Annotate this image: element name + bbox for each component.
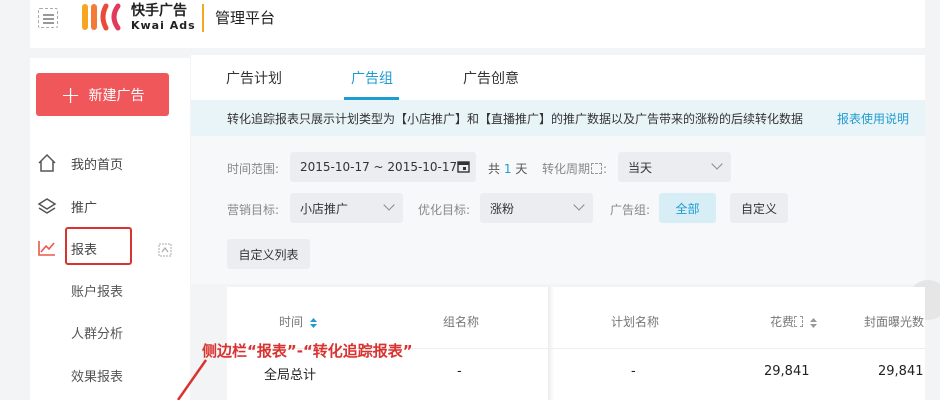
total-suffix: 天 [515,162,528,176]
total-row-plan: - [631,364,636,379]
total-row-group: - [457,364,462,379]
trend-chart-icon [36,238,58,258]
sidebar-item-home[interactable]: 我的首页 [36,153,123,173]
logo-cn: 快手广告 [131,3,187,19]
notice-text: 转化追踪报表只展示计划类型为【小店推广】和【直播推广】的推广数据以及广告带来的涨… [227,112,804,126]
info-icon [591,163,603,174]
new-ad-label: 新建广告 [88,87,145,104]
header-time[interactable]: 时间 [279,313,317,330]
menu-toggle-icon[interactable] [38,8,58,28]
total-row-time: 全局总计 [264,368,317,383]
custom-columns-button[interactable]: 自定义列表 [227,239,310,269]
logo-en: Kwai Ads [131,19,196,32]
sort-icon [309,317,317,328]
sidebar-sub-audience-analysis[interactable]: 人群分析 [71,323,123,342]
header-group-name: 组名称 [443,315,480,329]
ad-group-label: 广告组: [610,203,651,217]
info-icon [794,316,804,327]
ad-group-all-button[interactable]: 全部 [659,193,716,223]
total-days: 1 [503,162,512,176]
sort-icon [809,317,817,328]
optimize-goal-select[interactable]: 涨粉 [480,193,593,223]
annotation-arrow-icon [176,359,208,400]
sidebar-sub-performance-report[interactable]: 效果报表 [71,366,123,385]
new-ad-button[interactable]: + 新建广告 [36,73,169,116]
total-days-text: 共 1 天 [488,160,527,177]
header-cover-impressions: 封面曝光数 [864,315,925,329]
date-range-value: 2015-10-17 ~ 2015-10-17 [300,160,458,174]
platform-title: 管理平台 [215,9,276,27]
time-range-label: 时间范围: [227,162,280,176]
total-prefix: 共 [488,162,501,176]
optimize-goal-value: 涨粉 [490,201,515,216]
kwai-logo-icon [82,3,121,31]
conversion-period-text: 转化周期 [542,162,591,176]
conversion-period-label: 转化周期: [542,162,608,176]
layers-icon [36,196,58,216]
chevron-down-icon [383,199,395,211]
sidebar-item-promotion[interactable]: 推广 [36,196,97,216]
tab-ad-plan[interactable]: 广告计划 [226,68,282,88]
fixed-column-shadow [548,287,554,400]
header-spend[interactable]: 花费 [770,313,817,330]
plus-icon: + [60,80,81,109]
collapse-icon[interactable] [158,243,172,257]
header-plan-name: 计划名称 [611,315,660,329]
tab-bar [191,55,925,100]
date-range-picker[interactable]: 2015-10-17 ~ 2015-10-17 [290,152,476,182]
logo-divider [202,4,204,32]
ad-group-custom-button[interactable]: 自定义 [730,193,788,223]
conversion-period-select[interactable]: 当天 [618,152,731,182]
calendar-icon[interactable] [457,160,470,173]
marketing-goal-value: 小店推广 [300,201,349,216]
home-icon [36,153,58,173]
logo-text: 快手广告 Kwai Ads [131,3,196,33]
marketing-goal-select[interactable]: 小店推广 [290,193,403,223]
marketing-goal-label: 营销目标: [227,203,280,217]
tab-ad-group[interactable]: 广告组 [351,68,393,88]
annotation-label: 侧边栏“报表”-“转化追踪报表” [202,342,413,360]
sidebar-item-label: 我的首页 [71,157,124,173]
chevron-down-icon [573,199,585,211]
chevron-down-icon [711,158,723,170]
sidebar-item-label: 推广 [71,200,98,216]
header-label: 时间 [279,315,304,329]
reports-highlight-box [65,227,132,265]
report-guide-link[interactable]: 报表使用说明 [837,110,909,127]
optimize-goal-label: 优化目标: [418,203,471,217]
total-row-impressions: 29,841 [878,364,924,379]
conversion-period-value: 当天 [628,160,653,175]
total-row-spend: 29,841 [764,364,810,379]
tab-ad-creative[interactable]: 广告创意 [463,68,519,88]
sidebar-sub-account-report[interactable]: 账户报表 [71,281,123,300]
header-label: 花费 [770,315,795,329]
